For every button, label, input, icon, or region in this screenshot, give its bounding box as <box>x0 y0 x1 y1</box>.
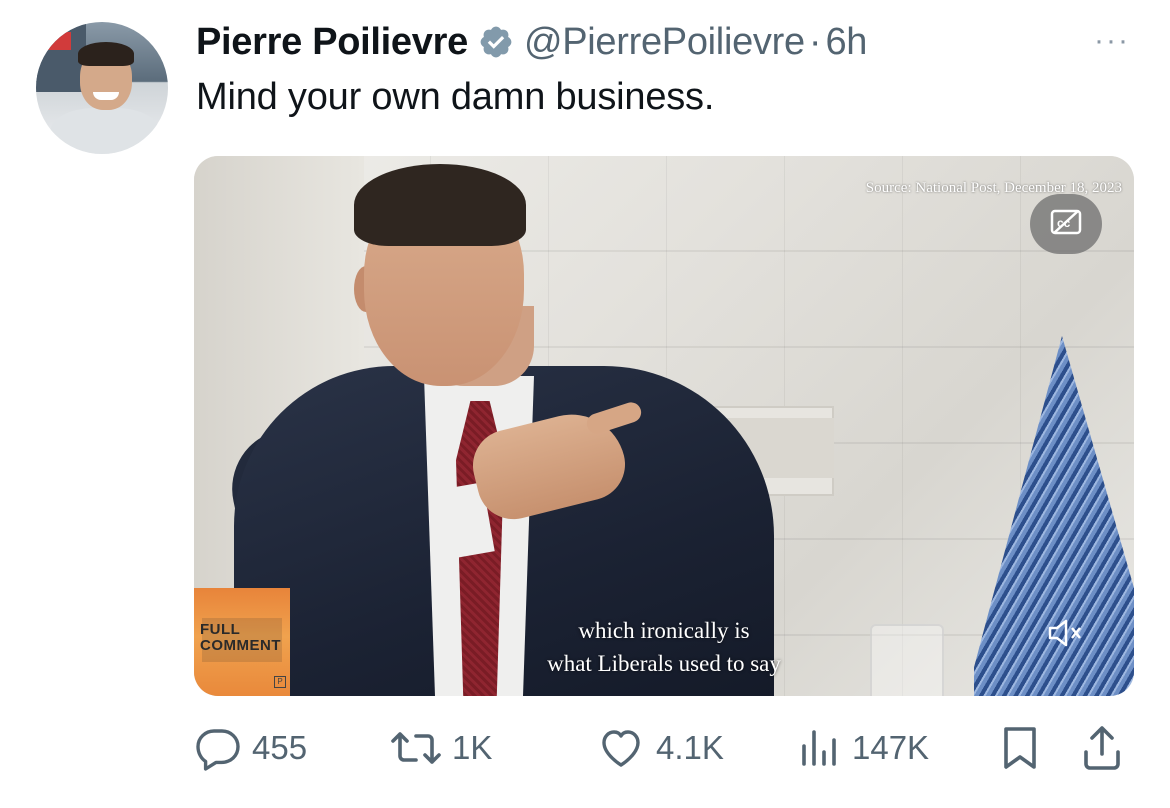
subtitle-line-1: which ironically is <box>578 618 750 643</box>
badge-logo: P <box>274 676 286 688</box>
reply-count: 455 <box>252 729 308 766</box>
avatar[interactable] <box>36 22 168 154</box>
avatar-flag <box>41 32 71 50</box>
avatar-shirt <box>50 108 160 154</box>
tweet: Pierre Poilievre @PierrePoilievre · 6h ·… <box>0 0 1170 808</box>
views-count: 147K <box>852 729 930 766</box>
repost-icon <box>390 724 442 772</box>
bookmark-icon <box>1000 724 1040 772</box>
separator: · <box>808 20 822 63</box>
views-button[interactable]: 147K <box>798 718 929 778</box>
reply-icon <box>194 724 242 772</box>
like-button[interactable]: 4.1K <box>596 718 724 778</box>
author-name[interactable]: Pierre Poilievre <box>196 21 468 64</box>
author-handle[interactable]: @PierrePoilievre <box>524 21 805 64</box>
repost-count: 1K <box>452 729 493 766</box>
like-count: 4.1K <box>656 729 724 766</box>
avatar-smile <box>93 92 119 100</box>
video-player[interactable]: Source: National Post, December 18, 2023… <box>194 156 1134 696</box>
share-icon <box>1080 724 1124 772</box>
captions-toggle-button[interactable]: cc <box>1030 194 1102 254</box>
video-person-hair <box>354 164 526 246</box>
action-bar: 455 1K 4.1K 147K <box>194 718 1134 778</box>
video-subtitle: which ironically is what Liberals used t… <box>394 614 934 680</box>
tweet-header: Pierre Poilievre @PierrePoilievre · 6h <box>196 18 867 66</box>
share-button[interactable] <box>1080 718 1124 778</box>
subtitle-line-2: what Liberals used to say <box>547 651 781 676</box>
mute-button[interactable] <box>1030 608 1102 662</box>
badge-text: FULL COMMENT <box>200 621 281 654</box>
avatar-hair <box>78 42 134 66</box>
captions-off-icon: cc <box>1050 208 1082 241</box>
source-caption: Source: National Post, December 18, 2023 <box>865 180 1122 196</box>
bookmark-button[interactable] <box>1000 718 1040 778</box>
timestamp[interactable]: 6h <box>825 21 867 64</box>
repost-button[interactable]: 1K <box>390 718 492 778</box>
verified-badge-icon[interactable] <box>478 24 514 60</box>
views-icon <box>798 724 842 772</box>
like-icon <box>596 724 646 772</box>
mute-icon <box>1046 617 1086 654</box>
full-comment-logo: FULL COMMENT P <box>194 588 290 696</box>
tweet-text: Mind your own damn business. <box>196 76 715 118</box>
more-icon[interactable]: ··· <box>1094 26 1130 56</box>
reply-button[interactable]: 455 <box>194 718 307 778</box>
